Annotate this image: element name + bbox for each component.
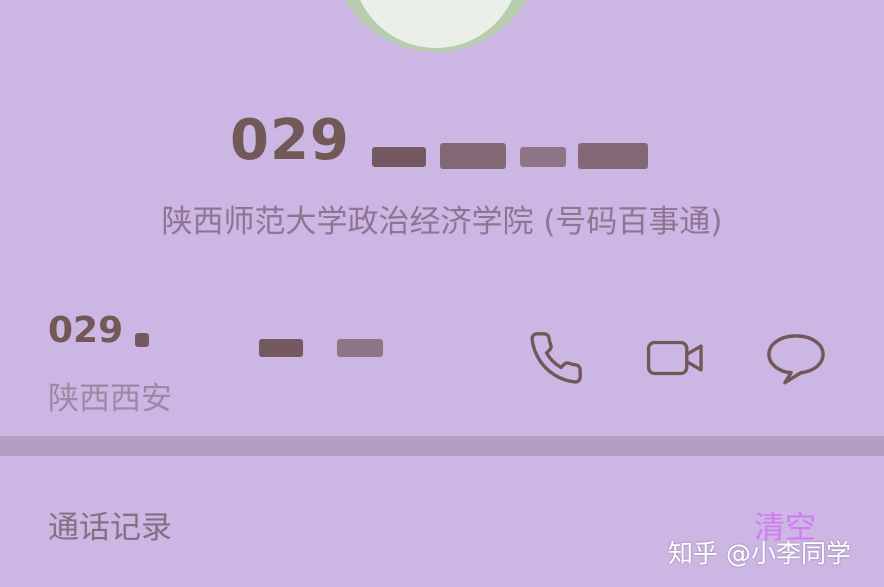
contact-row[interactable]: 029 陕西西安 <box>48 305 384 418</box>
contact-location: 陕西西安 <box>48 381 172 417</box>
call-button[interactable] <box>524 328 588 388</box>
video-call-icon <box>646 340 703 376</box>
message-icon <box>767 334 825 385</box>
header-number-prefix: 029 <box>230 108 350 173</box>
watermark: 知乎 @小李同学 <box>668 539 851 568</box>
contact-number: 029 <box>48 305 384 357</box>
contact-number-prefix: 029 <box>48 309 124 351</box>
video-call-button[interactable] <box>644 328 708 388</box>
phone-icon <box>530 332 582 384</box>
avatar-inner <box>352 0 520 48</box>
avatar <box>330 0 542 52</box>
section-divider <box>0 436 884 456</box>
redaction-mark <box>370 111 660 171</box>
header-phone-number: 029 <box>230 108 660 173</box>
call-history-title: 通话记录 <box>48 510 172 546</box>
message-button[interactable] <box>764 328 828 388</box>
caller-company: 陕西师范大学政治经济学院 (号码百事通) <box>161 204 723 240</box>
redaction-mark <box>135 305 384 357</box>
